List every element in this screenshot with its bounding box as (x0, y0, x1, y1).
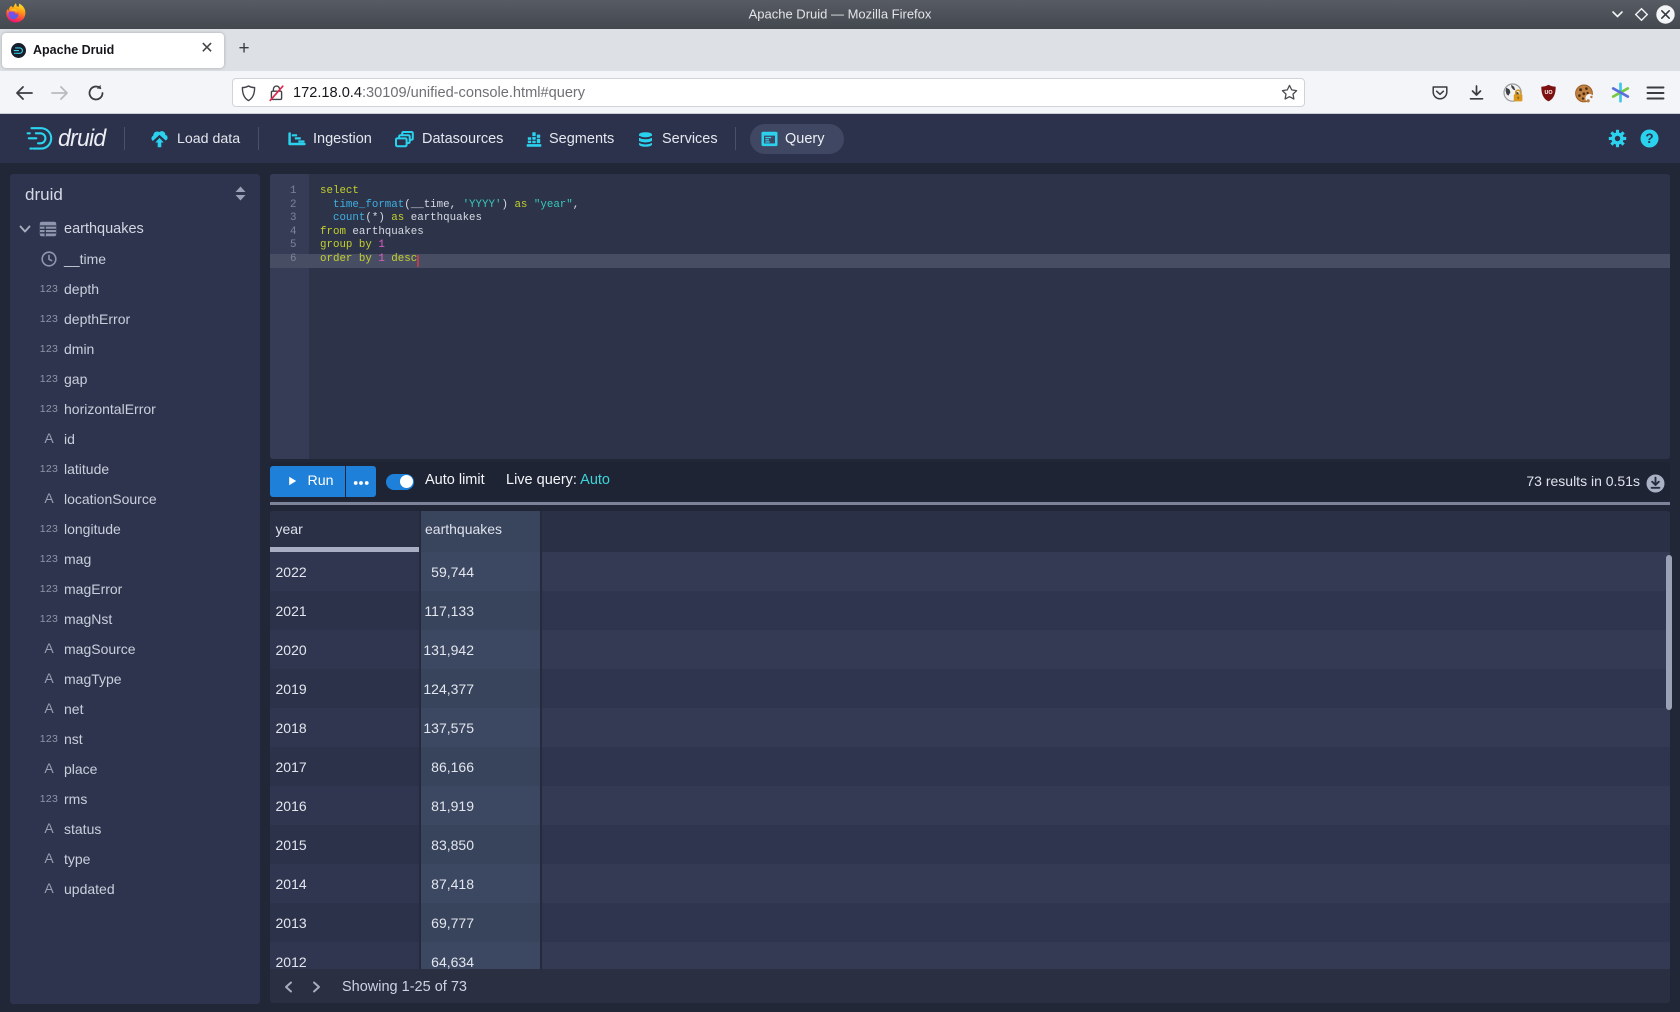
svg-text:UO: UO (1544, 90, 1552, 96)
svg-text:?: ? (1645, 131, 1653, 146)
